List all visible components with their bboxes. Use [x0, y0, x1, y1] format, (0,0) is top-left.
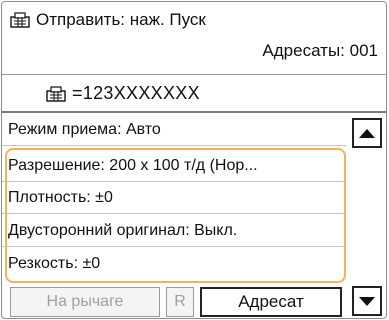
scrollbar — [348, 114, 386, 318]
status-text: Отправить: наж. Пуск — [36, 10, 206, 29]
on-hook-button[interactable]: На рычаге — [10, 287, 160, 317]
status-header: Отправить: наж. Пуск Адресаты: 001 — [2, 2, 386, 75]
arrow-down-icon — [359, 296, 375, 306]
fax-number: =123XXXXXXX — [46, 83, 200, 104]
fax-icon — [10, 12, 30, 28]
recall-button[interactable]: R — [166, 287, 194, 317]
footer-bar: На рычаге R Адресат — [2, 287, 346, 318]
setting-resolution[interactable]: Разрешение: 200 x 100 т/д (Нор... — [2, 150, 346, 182]
scroll-down-button[interactable] — [352, 286, 382, 316]
scroll-up-button[interactable] — [352, 118, 382, 148]
destination-count: Адресаты: 001 — [262, 41, 378, 60]
fax-number-display[interactable]: =123XXXXXXX — [2, 75, 386, 113]
setting-sharpness[interactable]: Резкость: ±0 — [2, 248, 346, 280]
arrow-up-icon — [359, 128, 375, 138]
fax-panel-screen: Отправить: наж. Пуск Адресаты: 001 =123X… — [1, 1, 387, 319]
fax-icon — [46, 85, 66, 102]
fax-number-value: =123XXXXXXX — [72, 83, 200, 103]
settings-list: Режим приема: Авто Разрешение: 200 x 100… — [2, 114, 346, 284]
setting-density[interactable]: Плотность: ±0 — [2, 182, 346, 214]
setting-receive-mode[interactable]: Режим приема: Авто — [2, 114, 346, 146]
setting-duplex-original[interactable]: Двусторонний оригинал: Выкл. — [2, 215, 346, 247]
status-line: Отправить: наж. Пуск — [10, 10, 206, 30]
destination-button[interactable]: Адресат — [200, 287, 342, 317]
